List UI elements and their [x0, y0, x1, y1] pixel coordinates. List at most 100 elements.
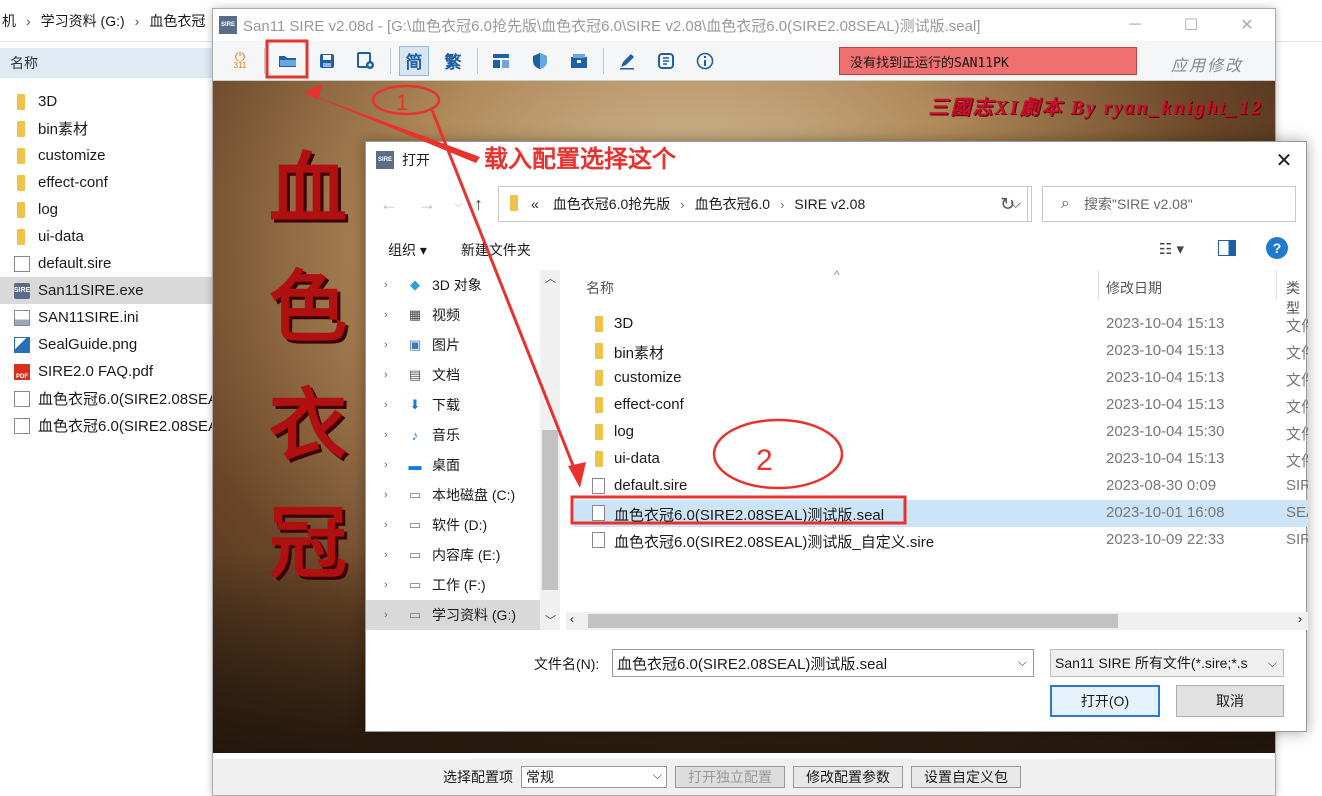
nav-item[interactable]: › ▣ 图片 [366, 330, 540, 360]
address-segment[interactable]: 血色衣冠6.0抢先版 [553, 194, 670, 214]
close-button[interactable]: ✕ [1219, 9, 1275, 41]
nav-item[interactable]: › ♪ 音乐 [366, 420, 540, 450]
expand-chevron-icon[interactable]: › [384, 489, 398, 501]
scroll-down-icon[interactable]: ﹀ [545, 612, 556, 628]
file-row[interactable]: 3D 2023-10-04 15:13 文件 [574, 311, 1308, 338]
expand-chevron-icon[interactable]: › [384, 459, 398, 471]
file-row[interactable]: bin素材 2023-10-04 15:13 文件 [574, 338, 1308, 365]
list-item[interactable]: default.sire [0, 250, 212, 277]
scroll-left-icon[interactable]: ‹ [570, 612, 574, 626]
open-standalone-config-button[interactable]: 打开独立配置 [675, 766, 785, 788]
column-divider[interactable] [1098, 270, 1099, 300]
new-folder-button[interactable]: 新建文件夹 [461, 240, 531, 260]
save-button[interactable] [312, 46, 342, 76]
nav-item[interactable]: › ▭ 学习资料 (G:) [366, 600, 540, 630]
layout-button[interactable] [486, 46, 516, 76]
organize-menu[interactable]: 组织 ▾ [388, 240, 427, 260]
simplified-chinese-button[interactable]: 简 [399, 45, 429, 76]
address-bar[interactable]: « 血色衣冠6.0抢先版 › 血色衣冠6.0 › SIRE v2.08 ⌵ [498, 186, 1032, 222]
horizontal-scrollbar[interactable]: ‹ › [566, 612, 1308, 630]
refresh-button[interactable]: ↻ [988, 186, 1028, 222]
address-overflow[interactable]: « [531, 196, 539, 212]
list-item[interactable]: log [0, 196, 212, 223]
config-select[interactable]: 常规 ⌵ [521, 766, 667, 788]
nav-item[interactable]: › ⬇ 下载 [366, 390, 540, 420]
power-button[interactable]: ⏻ 311 [225, 46, 255, 76]
expand-chevron-icon[interactable]: › [384, 369, 398, 381]
set-custom-pack-button[interactable]: 设置自定义包 [911, 766, 1021, 788]
expand-chevron-icon[interactable]: › [384, 339, 398, 351]
column-divider[interactable] [1276, 270, 1277, 300]
nav-item[interactable]: › ▤ 文档 [366, 360, 540, 390]
expand-chevron-icon[interactable]: › [384, 309, 398, 321]
info-button[interactable] [690, 46, 720, 76]
search-input[interactable]: ⌕ 搜索"SIRE v2.08" [1042, 186, 1296, 222]
list-item[interactable]: SAN11SIRE.ini [0, 304, 212, 331]
file-row[interactable]: ui-data 2023-10-04 15:13 文件 [574, 446, 1308, 473]
column-header-name[interactable]: 名称 [0, 48, 212, 78]
breadcrumb-item[interactable]: 机 [2, 11, 16, 31]
file-type-filter[interactable]: San11 SIRE 所有文件(*.sire;*.s ⌵ [1050, 649, 1284, 677]
package-button[interactable] [564, 46, 594, 76]
minimize-button[interactable]: ─ [1107, 9, 1163, 41]
apply-changes-button[interactable]: 应用修改 [1171, 52, 1243, 76]
modify-config-params-button[interactable]: 修改配置参数 [793, 766, 903, 788]
open-button[interactable]: 打开(O) [1050, 685, 1160, 717]
preview-pane-icon[interactable] [1218, 240, 1236, 256]
nav-item[interactable]: › ▭ 工作 (F:) [366, 570, 540, 600]
nav-scrollbar[interactable]: ︿ ﹀ [540, 270, 560, 630]
expand-chevron-icon[interactable]: › [384, 609, 398, 621]
address-segment[interactable]: SIRE v2.08 [794, 196, 865, 212]
expand-chevron-icon[interactable]: › [384, 279, 398, 291]
traditional-chinese-button[interactable]: 繁 [438, 46, 468, 76]
list-item[interactable]: SIRE San11SIRE.exe [0, 277, 212, 304]
expand-chevron-icon[interactable]: › [384, 579, 398, 591]
nav-item[interactable]: › ▭ 内容库 (E:) [366, 540, 540, 570]
list-item[interactable]: 血色衣冠6.0(SIRE2.08SEA [0, 385, 212, 412]
edit-button[interactable] [612, 46, 642, 76]
address-segment[interactable]: 血色衣冠6.0 [695, 194, 770, 214]
nav-item[interactable]: › ◆ 3D 对象 [366, 270, 540, 300]
scroll-up-icon[interactable]: ︿ [545, 270, 556, 286]
nav-item[interactable]: › ▦ 视频 [366, 300, 540, 330]
list-item[interactable]: 血色衣冠6.0(SIRE2.08SEA [0, 412, 212, 439]
nav-item[interactable]: › ▭ 软件 (D:) [366, 510, 540, 540]
chevron-down-icon[interactable]: ⌵ [1018, 655, 1027, 670]
column-header-name[interactable]: 名称 [586, 278, 614, 298]
list-item[interactable]: effect-conf [0, 169, 212, 196]
file-row[interactable]: 血色衣冠6.0(SIRE2.08SEAL)测试版_自定义.sire 2023-10… [574, 527, 1308, 554]
view-options-icon[interactable]: ☷ ▾ [1159, 240, 1184, 258]
file-row[interactable]: log 2023-10-04 15:30 文件 [574, 419, 1308, 446]
back-arrow-icon[interactable]: ← [380, 194, 398, 215]
column-header-date[interactable]: 修改日期 [1106, 278, 1162, 298]
file-row[interactable]: default.sire 2023-08-30 0:09 SIR [574, 473, 1308, 500]
list-item[interactable]: bin素材 [0, 115, 212, 142]
notes-button[interactable] [651, 46, 681, 76]
file-row[interactable]: customize 2023-10-04 15:13 文件 [574, 365, 1308, 392]
scroll-right-icon[interactable]: › [1298, 612, 1302, 626]
maximize-button[interactable]: ☐ [1163, 9, 1219, 41]
cancel-button[interactable]: 取消 [1176, 685, 1284, 717]
forward-arrow-icon[interactable]: → [418, 194, 436, 215]
breadcrumb-item[interactable]: 学习资料 (G:) [41, 11, 125, 31]
list-item[interactable]: PDF SIRE2.0 FAQ.pdf [0, 358, 212, 385]
dialog-close-button[interactable]: ✕ [1272, 148, 1296, 172]
save-as-button[interactable] [351, 46, 381, 76]
help-icon[interactable]: ? [1266, 237, 1288, 259]
nav-scroll-thumb[interactable] [542, 430, 558, 590]
nav-item[interactable]: › ▭ 本地磁盘 (C:) [366, 480, 540, 510]
list-item[interactable]: 3D [0, 88, 212, 115]
file-row[interactable]: 血色衣冠6.0(SIRE2.08SEAL)测试版.seal 2023-10-01 … [574, 500, 1308, 527]
file-row[interactable]: effect-conf 2023-10-04 15:13 文件 [574, 392, 1308, 419]
expand-chevron-icon[interactable]: › [384, 549, 398, 561]
list-item[interactable]: SealGuide.png [0, 331, 212, 358]
list-item[interactable]: customize [0, 142, 212, 169]
filename-input[interactable]: 血色衣冠6.0(SIRE2.08SEAL)测试版.seal ⌵ [612, 649, 1034, 677]
horizontal-scroll-thumb[interactable] [588, 614, 1118, 628]
recent-locations-icon[interactable]: ⌵ [454, 198, 462, 211]
expand-chevron-icon[interactable]: › [384, 399, 398, 411]
expand-chevron-icon[interactable]: › [384, 519, 398, 531]
expand-chevron-icon[interactable]: › [384, 429, 398, 441]
shield-button[interactable] [525, 46, 555, 76]
nav-item[interactable]: › ▬ 桌面 [366, 450, 540, 480]
